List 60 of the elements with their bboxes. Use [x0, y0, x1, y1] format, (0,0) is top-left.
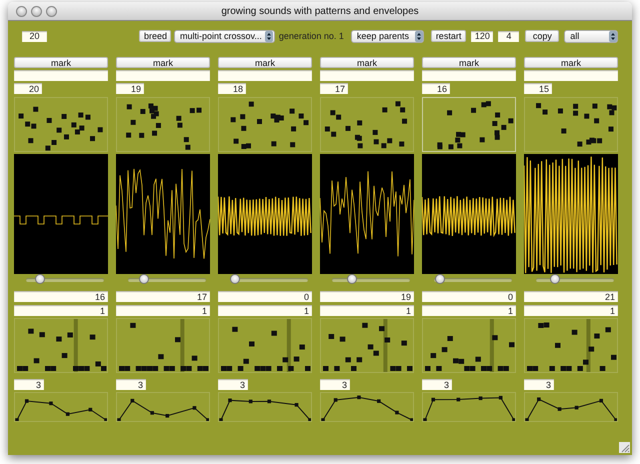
mark-button[interactable]: mark [14, 57, 108, 68]
stepper-icon [608, 30, 617, 42]
number-field[interactable]: 3 [218, 379, 248, 390]
mark-button[interactable]: mark [116, 57, 210, 68]
number-field[interactable]: 19 [116, 83, 144, 94]
slider-thumb[interactable] [138, 274, 149, 284]
number-field[interactable]: 16 [14, 291, 108, 302]
number-field[interactable]: 17 [320, 83, 348, 94]
number-field[interactable]: 18 [218, 83, 246, 94]
number-field[interactable]: 4 [498, 30, 520, 42]
generation-label: generation no. 1 [278, 31, 344, 41]
number-field[interactable]: 1 [116, 305, 210, 316]
number-field[interactable]: 0 [218, 291, 312, 302]
slider-thumb[interactable] [435, 274, 446, 284]
mark-button[interactable]: mark [218, 57, 312, 68]
restart-button[interactable]: restart [430, 30, 466, 42]
mark-button[interactable]: mark [524, 57, 618, 68]
stepper-icon [414, 30, 423, 42]
number-field[interactable]: 3 [524, 379, 554, 390]
number-field[interactable]: 120 [471, 30, 494, 42]
text-field[interactable] [116, 70, 210, 81]
number-field[interactable]: 16 [422, 83, 450, 94]
number-field[interactable]: 3 [14, 379, 44, 390]
text-field[interactable] [218, 70, 312, 81]
text-field[interactable] [14, 70, 108, 81]
slider-thumb[interactable] [230, 274, 240, 284]
number-field[interactable]: 19 [320, 291, 414, 302]
breed-button[interactable]: breed [139, 30, 171, 42]
number-field[interactable]: 20 [14, 83, 42, 94]
number-field[interactable]: 3 [320, 379, 350, 390]
text-field[interactable] [524, 70, 618, 81]
number-field[interactable]: 17 [116, 291, 210, 302]
number-field[interactable]: 1 [320, 305, 414, 316]
number-field[interactable]: 1 [218, 305, 312, 316]
number-field[interactable]: 3 [116, 379, 146, 390]
number-field[interactable]: 1 [14, 305, 108, 316]
copy-button[interactable]: copy [525, 30, 560, 42]
minimize-button[interactable] [31, 6, 42, 16]
text-field[interactable] [422, 70, 516, 81]
text-field[interactable] [320, 70, 414, 81]
parents-dropdown[interactable]: keep parents [350, 30, 424, 42]
number-field[interactable]: 1 [422, 305, 516, 316]
slider-thumb[interactable] [347, 274, 358, 284]
resize-grip-icon[interactable] [619, 442, 630, 453]
slider-thumb[interactable] [35, 274, 46, 284]
mark-button[interactable]: mark [320, 57, 414, 68]
population-field[interactable]: 20 [22, 30, 47, 42]
window-title: growing sounds with patterns and envelopes [221, 6, 419, 16]
number-field[interactable]: 15 [524, 83, 552, 94]
zoom-button[interactable] [46, 6, 57, 16]
number-field[interactable]: 1 [524, 305, 618, 316]
number-field[interactable]: 3 [422, 379, 452, 390]
stepper-icon [264, 30, 273, 42]
copy-target-dropdown[interactable]: all [564, 30, 618, 42]
number-field[interactable]: 0 [422, 291, 516, 302]
close-button[interactable] [16, 6, 27, 16]
slider-thumb[interactable] [550, 274, 560, 284]
mark-button[interactable]: mark [422, 57, 516, 68]
crossover-dropdown[interactable]: multi-point crossov... [174, 30, 275, 42]
number-field[interactable]: 21 [524, 291, 618, 302]
